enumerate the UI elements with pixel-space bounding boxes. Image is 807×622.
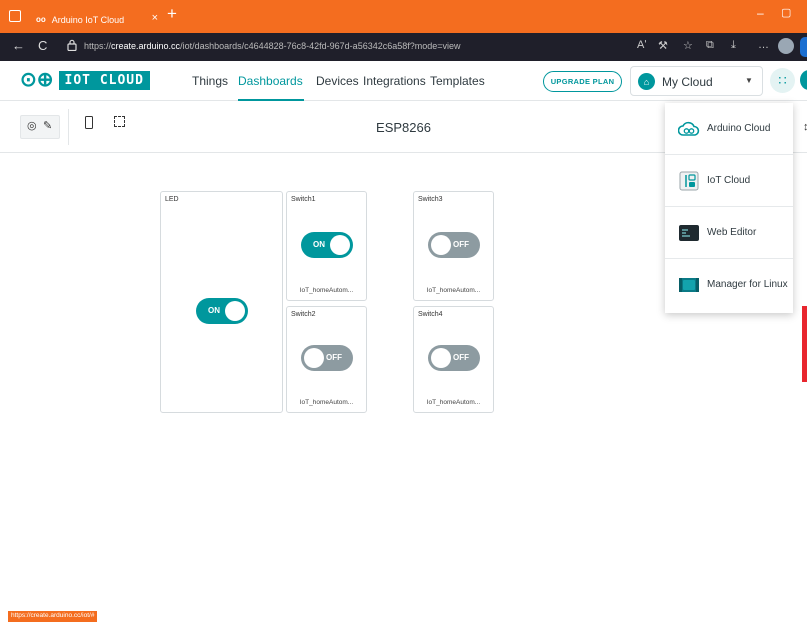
- new-tab-icon[interactable]: +: [167, 4, 177, 24]
- arduino-logo-icon: ⊙⊕: [20, 69, 54, 91]
- download-icon[interactable]: ⤓: [731, 39, 736, 52]
- iot-cloud-logo[interactable]: ⊙⊕ IOT CLOUD: [20, 70, 150, 90]
- web-editor-icon: [679, 225, 699, 241]
- nav-templates[interactable]: Templates: [430, 74, 485, 88]
- widget-thing-name: IoT_homeAutom...: [426, 287, 481, 294]
- sync-icon[interactable]: ⚒: [658, 39, 668, 52]
- switch-knob: [330, 235, 350, 255]
- menu-item-web-editor[interactable]: Web Editor: [665, 207, 793, 259]
- menu-item-label: IoT Cloud: [707, 175, 751, 186]
- reload-icon[interactable]: C: [38, 38, 47, 53]
- switch-state-label: OFF: [453, 240, 469, 249]
- switch4-widget[interactable]: Switch4 OFF IoT_homeAutom...: [413, 306, 494, 413]
- url-field[interactable]: https://create.arduino.cc/iot/dashboards…: [84, 41, 461, 51]
- home-icon: ⌂: [638, 73, 655, 90]
- menu-item-label: Manager for Linux: [707, 279, 788, 290]
- switch3-widget[interactable]: Switch3 OFF IoT_homeAutom...: [413, 191, 494, 301]
- nav-dashboards[interactable]: Dashboards: [238, 74, 303, 88]
- arduino-favicon-icon: oo: [36, 15, 46, 24]
- url-prefix: https://: [84, 41, 112, 51]
- switch-knob: [431, 235, 451, 255]
- switch-state-label: OFF: [326, 353, 342, 362]
- lock-icon[interactable]: [67, 39, 77, 51]
- minimize-icon[interactable]: –: [757, 6, 764, 20]
- favorites-icon[interactable]: ☆: [683, 39, 693, 52]
- more-icon[interactable]: …: [758, 39, 769, 51]
- browser-tab[interactable]: oo Arduino IoT Cloud ×: [30, 6, 164, 33]
- status-bar-url: https://create.arduino.cc/iot/#: [8, 611, 98, 622]
- menu-item-label: Arduino Cloud: [707, 123, 771, 134]
- switch-state-label: OFF: [453, 353, 469, 362]
- widget-thing-name: IoT_homeAutom...: [426, 399, 481, 406]
- side-panel-edge: [802, 306, 807, 382]
- switch3-toggle[interactable]: OFF: [428, 232, 480, 258]
- widget-title: Switch1: [291, 196, 316, 203]
- widget-title: Switch4: [418, 311, 443, 318]
- widget-thing-name: IoT_homeAutom...: [299, 287, 354, 294]
- upgrade-plan-button[interactable]: UPGRADE PLAN: [543, 71, 622, 92]
- led-switch[interactable]: ON: [196, 298, 248, 324]
- switch-knob: [304, 348, 324, 368]
- app-header: ⊙⊕ IOT CLOUD Things Dashboards Devices I…: [0, 61, 807, 101]
- apps-menu: Arduino Cloud IoT Cloud Web Editor Manag…: [665, 103, 793, 313]
- url-host: create.arduino.cc: [111, 41, 181, 51]
- menu-item-label: Web Editor: [707, 227, 757, 238]
- user-avatar[interactable]: [800, 70, 807, 90]
- workspaces-icon[interactable]: [9, 10, 21, 22]
- menu-item-arduino-cloud[interactable]: Arduino Cloud: [665, 103, 793, 155]
- cloud-space-select[interactable]: ⌂ My Cloud ▼: [630, 66, 763, 96]
- widget-thing-name: IoT_homeAutom...: [299, 399, 354, 406]
- switch1-widget[interactable]: Switch1 ON IoT_homeAutom...: [286, 191, 367, 301]
- chevron-down-icon: ▼: [745, 76, 753, 85]
- tab-title: Arduino IoT Cloud: [51, 14, 125, 25]
- apps-grid-icon[interactable]: ∷: [770, 68, 795, 93]
- menu-item-manager-linux[interactable]: Manager for Linux: [665, 259, 793, 311]
- manager-linux-icon: [679, 278, 699, 292]
- led-widget[interactable]: LED ON: [160, 191, 283, 413]
- back-icon[interactable]: ←: [12, 38, 25, 53]
- switch-state-label: ON: [313, 240, 325, 249]
- switch1-toggle[interactable]: ON: [301, 232, 353, 258]
- cloud-space-label: My Cloud: [662, 75, 713, 89]
- edge-copilot-icon[interactable]: [800, 37, 807, 57]
- sort-icon[interactable]: ↕: [803, 121, 807, 133]
- nav-things[interactable]: Things: [192, 74, 228, 88]
- nav-devices[interactable]: Devices: [316, 74, 359, 88]
- address-bar: ← C https://create.arduino.cc/iot/dashbo…: [0, 33, 807, 61]
- widget-title: Switch2: [291, 311, 316, 318]
- url-path: /iot/dashboards/c4644828-76c8-42fd-967d-…: [180, 41, 461, 51]
- switch4-toggle[interactable]: OFF: [428, 345, 480, 371]
- read-aloud-icon[interactable]: Aʹ: [637, 39, 646, 51]
- profile-avatar[interactable]: [778, 38, 794, 54]
- widget-title: Switch3: [418, 196, 443, 203]
- menu-item-iot-cloud[interactable]: IoT Cloud: [665, 155, 793, 207]
- switch-state-label: ON: [208, 306, 220, 315]
- switch2-toggle[interactable]: OFF: [301, 345, 353, 371]
- collections-icon[interactable]: ⧉: [706, 39, 714, 52]
- switch-knob: [225, 301, 245, 321]
- widget-title: LED: [165, 196, 179, 203]
- maximize-icon[interactable]: ▢: [781, 6, 791, 19]
- switch2-widget[interactable]: Switch2 OFF IoT_homeAutom...: [286, 306, 367, 413]
- iot-cloud-icon: [679, 171, 699, 191]
- close-tab-icon[interactable]: ×: [152, 12, 158, 24]
- nav-integrations[interactable]: Integrations: [363, 74, 426, 88]
- logo-text: IOT CLOUD: [58, 70, 150, 90]
- arduino-cloud-icon: [678, 121, 700, 136]
- browser-titlebar: oo Arduino IoT Cloud × + – ▢: [0, 0, 807, 33]
- app-window: oo Arduino IoT Cloud × + – ▢ ← C https:/…: [0, 0, 807, 622]
- switch-knob: [431, 348, 451, 368]
